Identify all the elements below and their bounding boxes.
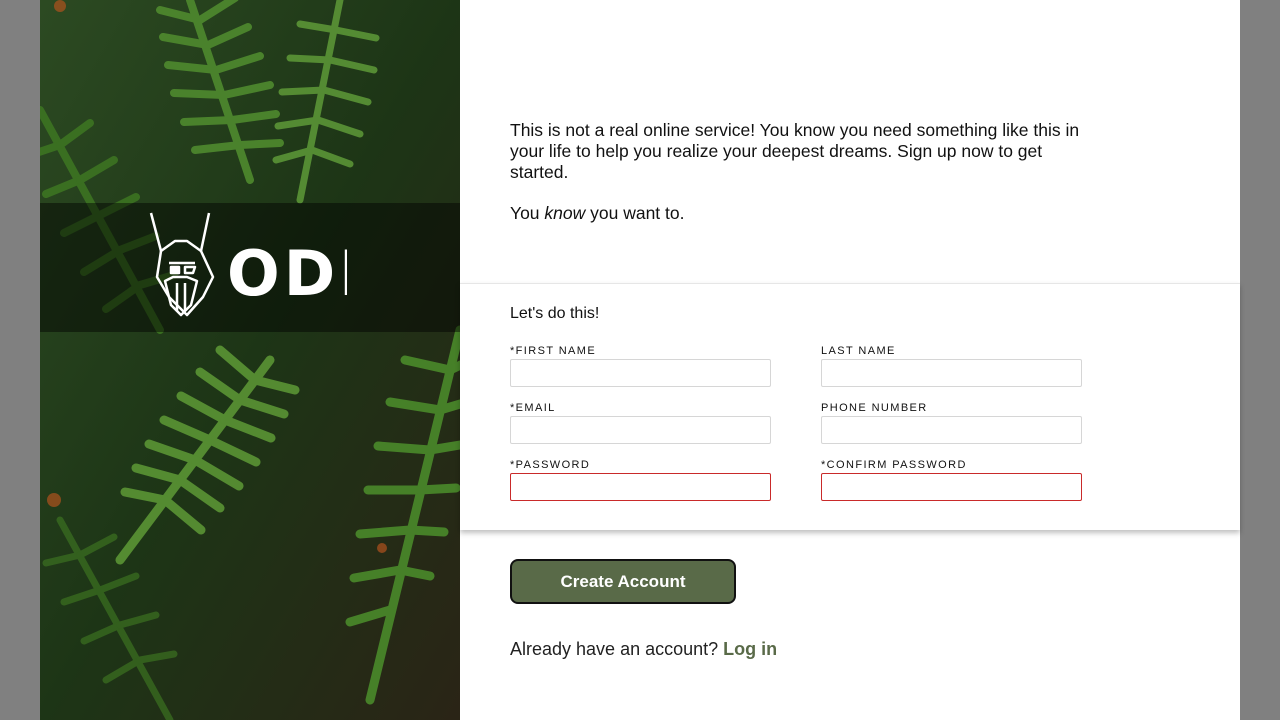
logo-text: ODIN	[227, 237, 347, 310]
hero-image-panel: ODIN	[40, 0, 460, 720]
intro-paragraph: This is not a real online service! You k…	[510, 120, 1080, 182]
signup-panel: This is not a real online service! You k…	[460, 0, 1240, 720]
fern-background-image	[40, 0, 460, 720]
phone-field: PHONE NUMBER	[821, 401, 1082, 444]
confirm-password-label: *CONFIRM PASSWORD	[821, 459, 967, 471]
login-prompt: Already have an account? Log in	[510, 639, 777, 660]
intro-section: This is not a real online service! You k…	[510, 120, 1080, 244]
last-name-input[interactable]	[821, 359, 1082, 387]
form-heading: Let's do this!	[510, 305, 600, 322]
confirm-password-input[interactable]	[821, 473, 1082, 501]
email-input[interactable]	[510, 416, 771, 444]
password-field: *PASSWORD	[510, 458, 771, 501]
odin-logo: ODIN	[149, 212, 347, 317]
password-input[interactable]	[510, 473, 771, 501]
password-label: *PASSWORD	[510, 459, 591, 471]
last-name-field: LAST NAME	[821, 344, 1082, 387]
viking-helmet-icon	[149, 212, 215, 317]
first-name-label: *FIRST NAME	[510, 345, 597, 357]
last-name-label: LAST NAME	[821, 345, 896, 357]
first-name-field: *FIRST NAME	[510, 344, 771, 387]
signup-form: Let's do this! *FIRST NAME LAST NAME *EM…	[460, 283, 1240, 530]
email-field: *EMAIL	[510, 401, 771, 444]
phone-label: PHONE NUMBER	[821, 402, 928, 414]
email-label: *EMAIL	[510, 402, 556, 414]
tagline-emphasis: know	[544, 203, 586, 223]
logo-band: ODIN	[40, 203, 460, 332]
create-account-button[interactable]: Create Account	[510, 559, 736, 604]
login-link[interactable]: Log in	[723, 639, 777, 659]
first-name-input[interactable]	[510, 359, 771, 387]
login-prompt-text: Already have an account?	[510, 639, 724, 659]
phone-input[interactable]	[821, 416, 1082, 444]
intro-tagline: You know you want to.	[510, 203, 685, 223]
confirm-password-field: *CONFIRM PASSWORD	[821, 458, 1082, 501]
